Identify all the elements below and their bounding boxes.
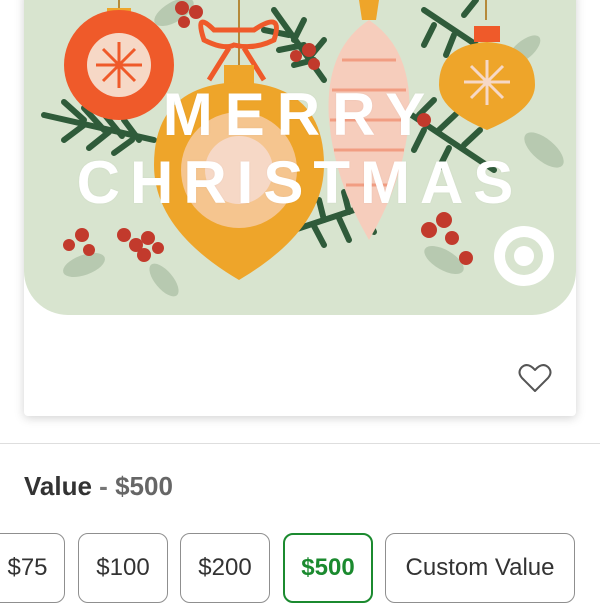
value-option-100[interactable]: $100 (78, 533, 168, 603)
value-option-500[interactable]: $500 (283, 533, 373, 603)
value-label: Value (24, 471, 92, 501)
selected-value: $500 (115, 471, 173, 501)
value-option-75[interactable]: $75 (0, 533, 65, 603)
heart-outline-icon[interactable] (518, 362, 552, 394)
gift-card-image: MERRY CHRISTMAS (24, 0, 576, 315)
value-options: $75 $100 $200 $500 Custom Value (0, 533, 600, 603)
custom-value-option[interactable]: Custom Value (385, 533, 575, 603)
section-divider (0, 443, 600, 444)
value-separator: - (99, 471, 108, 501)
product-card: MERRY CHRISTMAS (24, 0, 576, 416)
card-title-christmas: CHRISTMAS (76, 149, 524, 216)
value-heading: Value - $500 (24, 471, 173, 502)
value-option-200[interactable]: $200 (180, 533, 270, 603)
card-title-merry: MERRY (162, 81, 438, 148)
